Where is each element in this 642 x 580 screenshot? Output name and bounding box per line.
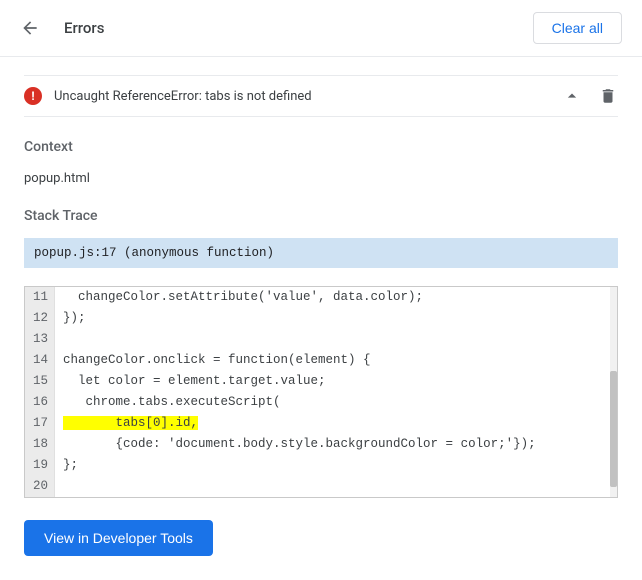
code-text: });: [55, 308, 617, 329]
code-text: };: [55, 455, 617, 476]
code-text: changeColor.onclick = function(element) …: [55, 350, 617, 371]
line-number: 17: [25, 413, 55, 434]
error-badge-icon: !: [24, 87, 42, 105]
code-line: 15 let color = element.target.value;: [25, 371, 617, 392]
error-item[interactable]: ! Uncaught ReferenceError: tabs is not d…: [24, 75, 618, 117]
context-label: Context: [24, 139, 618, 155]
code-line: 20: [25, 476, 617, 497]
stack-trace-banner[interactable]: popup.js:17 (anonymous function): [24, 238, 618, 268]
line-number: 11: [25, 287, 55, 308]
code-highlight: tabs[0].id,: [63, 416, 198, 430]
code-text: [55, 329, 617, 350]
line-number: 13: [25, 329, 55, 350]
code-line: 18 {code: 'document.body.style.backgroun…: [25, 434, 617, 455]
code-text: chrome.tabs.executeScript(: [55, 392, 617, 413]
line-number: 20: [25, 476, 55, 497]
stack-trace-label: Stack Trace: [24, 208, 618, 224]
page-title: Errors: [64, 19, 533, 37]
code-text: [55, 476, 617, 497]
line-number: 14: [25, 350, 55, 371]
code-line: 12});: [25, 308, 617, 329]
code-line: 19};: [25, 455, 617, 476]
line-number: 12: [25, 308, 55, 329]
error-message-text: Uncaught ReferenceError: tabs is not def…: [54, 89, 546, 104]
view-in-devtools-button[interactable]: View in Developer Tools: [24, 520, 213, 556]
line-number: 16: [25, 392, 55, 413]
code-line: 17 tabs[0].id,: [25, 413, 617, 434]
chevron-up-icon[interactable]: [562, 86, 582, 106]
trash-icon[interactable]: [598, 86, 618, 106]
header-bar: Errors Clear all: [0, 0, 642, 57]
line-number: 15: [25, 371, 55, 392]
code-line: 14changeColor.onclick = function(element…: [25, 350, 617, 371]
line-number: 19: [25, 455, 55, 476]
scrollbar-vertical[interactable]: [610, 287, 617, 497]
context-value: popup.html: [24, 171, 618, 186]
code-text: tabs[0].id,: [55, 413, 617, 434]
line-number: 18: [25, 434, 55, 455]
scrollbar-thumb[interactable]: [610, 371, 617, 487]
code-text: changeColor.setAttribute('value', data.c…: [55, 287, 617, 308]
clear-all-button[interactable]: Clear all: [533, 12, 622, 44]
main-content: ! Uncaught ReferenceError: tabs is not d…: [0, 75, 642, 580]
code-line: 13: [25, 329, 617, 350]
code-text: {code: 'document.body.style.backgroundCo…: [55, 434, 617, 455]
code-line: 11 changeColor.setAttribute('value', dat…: [25, 287, 617, 308]
back-arrow-icon[interactable]: [20, 18, 40, 38]
code-text: let color = element.target.value;: [55, 371, 617, 392]
code-viewer: 11 changeColor.setAttribute('value', dat…: [24, 286, 618, 498]
code-line: 16 chrome.tabs.executeScript(: [25, 392, 617, 413]
